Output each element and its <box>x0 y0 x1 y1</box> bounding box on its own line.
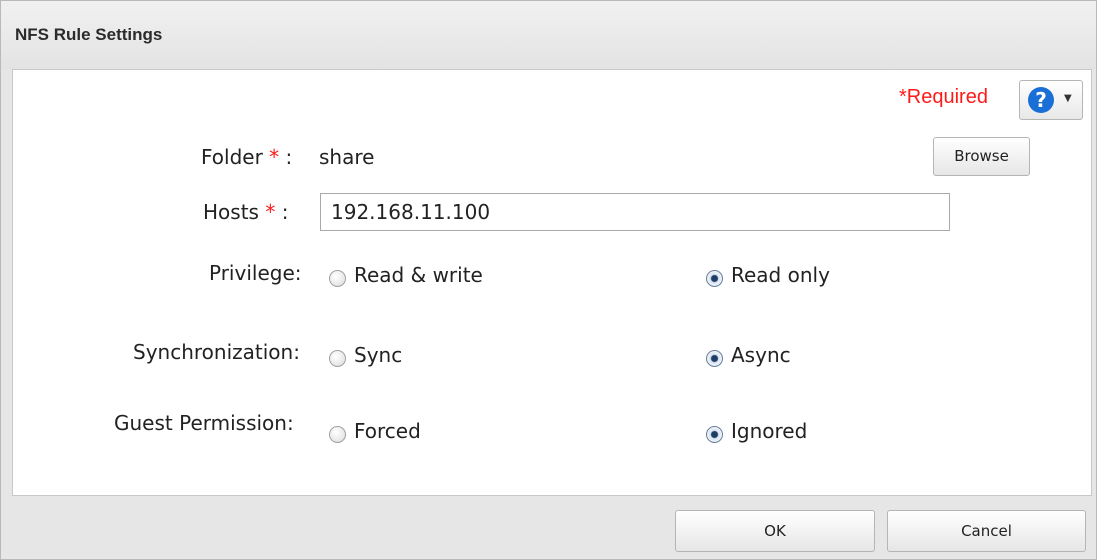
radio-async[interactable]: Async <box>706 343 791 367</box>
radio-async-label: Async <box>731 343 791 367</box>
privilege-label: Privilege: <box>209 261 302 285</box>
radio-sync-label: Sync <box>354 343 403 367</box>
radio-read-write-button[interactable] <box>329 270 346 287</box>
radio-read-write[interactable]: Read & write <box>329 263 483 287</box>
radio-read-only[interactable]: Read only <box>706 263 830 287</box>
required-star: * <box>269 145 280 169</box>
folder-value: share <box>319 145 375 169</box>
help-icon: ? <box>1028 87 1054 113</box>
dialog-title: NFS Rule Settings <box>15 25 163 44</box>
required-note: *Required <box>899 86 988 108</box>
ok-button[interactable]: OK <box>675 510 875 552</box>
folder-label: Folder * : <box>201 145 292 169</box>
browse-button[interactable]: Browse <box>933 137 1030 176</box>
radio-read-only-label: Read only <box>731 263 830 287</box>
chevron-down-icon: ▼ <box>1064 93 1072 104</box>
hosts-label-text: Hosts <box>203 200 259 224</box>
dialog-titlebar: NFS Rule Settings <box>1 1 1096 69</box>
radio-forced-label: Forced <box>354 419 421 443</box>
radio-read-write-label: Read & write <box>354 263 483 287</box>
synchronization-label: Synchronization: <box>133 340 300 364</box>
required-star: * <box>265 200 276 224</box>
radio-sync[interactable]: Sync <box>329 343 402 367</box>
radio-async-button[interactable] <box>706 350 723 367</box>
nfs-rule-settings-dialog: NFS Rule Settings *Required ? ▼ Folder *… <box>0 0 1097 560</box>
radio-ignored-label: Ignored <box>731 419 808 443</box>
radio-read-only-button[interactable] <box>706 270 723 287</box>
hosts-separator: : <box>281 200 289 224</box>
folder-label-text: Folder <box>201 145 263 169</box>
hosts-label: Hosts * : <box>203 200 288 224</box>
radio-ignored[interactable]: Ignored <box>706 419 807 443</box>
radio-ignored-button[interactable] <box>706 426 723 443</box>
hosts-input[interactable]: 192.168.11.100 <box>320 193 950 231</box>
guest-permission-label: Guest Permission: <box>114 411 294 435</box>
folder-separator: : <box>285 145 293 169</box>
radio-forced-button[interactable] <box>329 426 346 443</box>
radio-sync-button[interactable] <box>329 350 346 367</box>
help-button[interactable]: ? ▼ <box>1019 80 1083 120</box>
cancel-button[interactable]: Cancel <box>887 510 1086 552</box>
settings-panel: *Required ? ▼ Folder * : share Browse Ho… <box>12 69 1092 496</box>
radio-forced[interactable]: Forced <box>329 419 421 443</box>
